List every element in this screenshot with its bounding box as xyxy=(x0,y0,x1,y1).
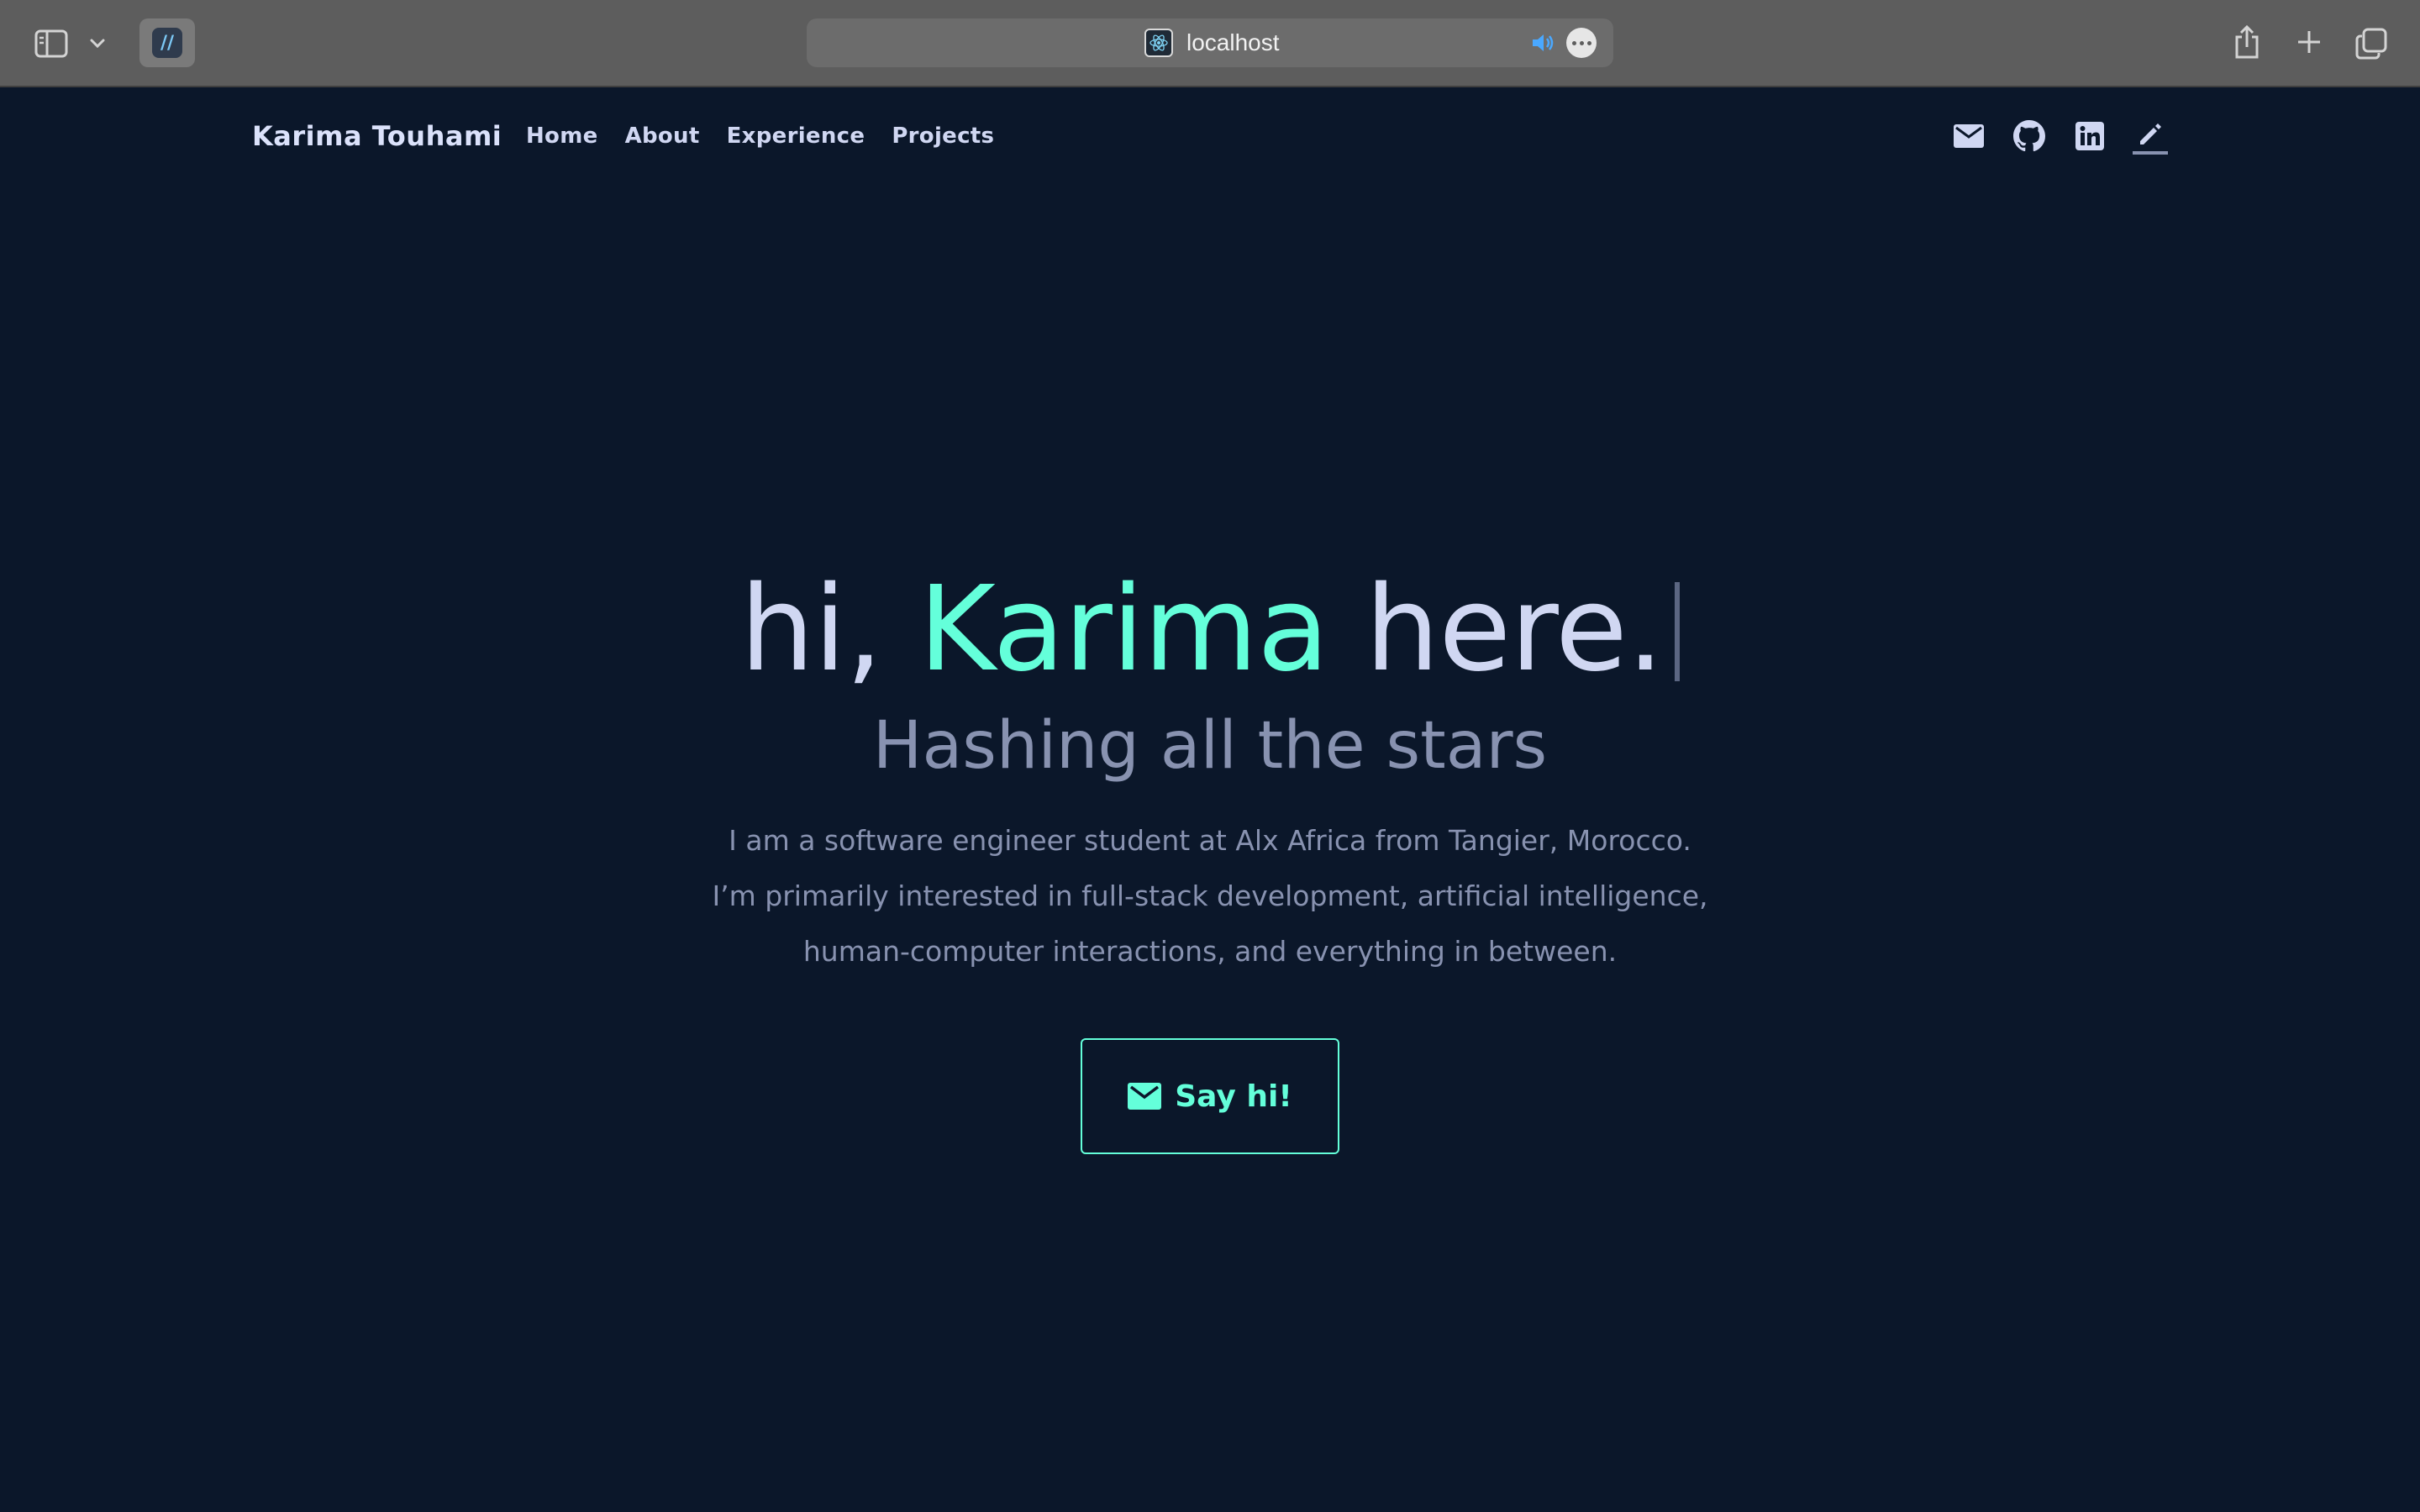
nav-link-projects[interactable]: Projects xyxy=(892,123,994,149)
tabs-overview-icon[interactable] xyxy=(2353,25,2390,62)
social-icons xyxy=(1951,113,2168,160)
address-bar[interactable]: localhost xyxy=(807,18,1613,67)
hero-greeting-prefix: hi, xyxy=(739,561,919,698)
sidebar-icon[interactable] xyxy=(34,27,69,60)
react-atom-icon xyxy=(1144,29,1173,57)
say-hi-label: Say hi! xyxy=(1175,1079,1292,1114)
pen-icon[interactable] xyxy=(2133,118,2168,155)
hero-section: hi, Karima here. Hashing all the stars I… xyxy=(0,558,2420,979)
browser-toolbar: // localhost xyxy=(0,0,2420,87)
linkedin-icon[interactable] xyxy=(2072,118,2107,154)
hero-description-line: human-computer interactions, and everyth… xyxy=(802,935,1618,968)
hero-description: I am a software engineer student at Alx … xyxy=(689,813,1731,979)
hashnode-favicon-icon: // xyxy=(152,28,182,58)
nav-links: Home About Experience Projects xyxy=(526,113,994,160)
tab-button[interactable]: // xyxy=(139,18,195,67)
address-text[interactable]: localhost xyxy=(1186,29,1280,57)
mail-icon[interactable] xyxy=(1951,118,1986,154)
speaker-icon[interactable] xyxy=(1529,29,1558,57)
nav-link-experience[interactable]: Experience xyxy=(727,123,865,149)
page: Karima Touhami Home About Experience Pro… xyxy=(0,87,2420,1512)
mail-icon xyxy=(1128,1083,1162,1110)
hero-description-line: I am a software engineer student at Alx … xyxy=(729,824,1691,857)
share-icon[interactable] xyxy=(2228,24,2265,60)
typing-cursor xyxy=(1675,582,1681,681)
hero-description-line: I’m primarily interested in full-stack d… xyxy=(712,879,1708,912)
site-navbar: Karima Touhami Home About Experience Pro… xyxy=(252,113,2168,160)
hero-greeting-suffix: here. xyxy=(1328,561,1664,698)
hero-name: Karima xyxy=(918,561,1329,698)
say-hi-button[interactable]: Say hi! xyxy=(1081,1038,1339,1154)
github-icon[interactable] xyxy=(2012,118,2047,154)
nav-link-about[interactable]: About xyxy=(625,123,700,149)
hero-subtitle: Hashing all the stars xyxy=(872,708,1548,784)
plus-icon[interactable] xyxy=(2291,24,2328,60)
nav-link-home[interactable]: Home xyxy=(526,123,598,149)
hero-title: hi, Karima here. xyxy=(0,558,2420,702)
brand-link[interactable]: Karima Touhami xyxy=(252,113,502,160)
ellipsis-icon[interactable] xyxy=(1566,28,1597,58)
chevron-down-icon[interactable] xyxy=(87,32,108,55)
